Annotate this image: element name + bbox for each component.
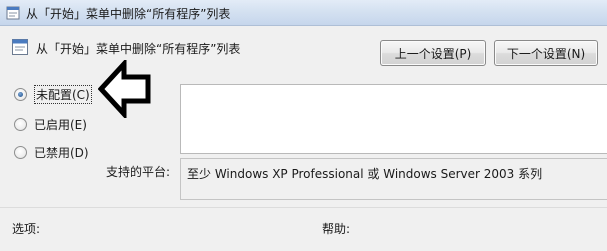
title-bar: 从「开始」菜单中删除“所有程序”列表 [0,0,607,26]
left-arrow-icon [98,60,151,118]
policy-setting-icon [12,39,28,55]
setting-title: 从「开始」菜单中删除“所有程序”列表 [36,42,241,56]
radio-disabled-indicator[interactable] [14,145,27,159]
options-label: 选项: [12,222,41,236]
previous-setting-button[interactable]: 上一个设置(P) [380,40,486,66]
radio-not-configured[interactable]: 未配置(C) [14,84,92,104]
comment-textarea[interactable] [180,84,607,154]
radio-not-configured-label: 未配置(C) [34,84,92,104]
radio-disabled[interactable]: 已禁用(D) [14,144,89,160]
supported-platform-label: 支持的平台: [106,165,171,179]
radio-enabled-label: 已启用(E) [34,117,87,132]
radio-enabled-indicator[interactable] [14,117,27,131]
radio-not-configured-indicator[interactable] [14,87,27,101]
next-setting-button[interactable]: 下一个设置(N) [494,40,598,66]
section-divider [0,207,607,208]
help-label: 帮助: [322,222,351,236]
policy-icon [6,6,20,20]
radio-disabled-label: 已禁用(D) [34,145,89,160]
window-title: 从「开始」菜单中删除“所有程序”列表 [26,7,231,21]
radio-enabled[interactable]: 已启用(E) [14,116,87,132]
supported-platform-value: 至少 Windows XP Professional 或 Windows Ser… [187,167,543,181]
supported-platform-box: 至少 Windows XP Professional 或 Windows Ser… [180,158,607,200]
